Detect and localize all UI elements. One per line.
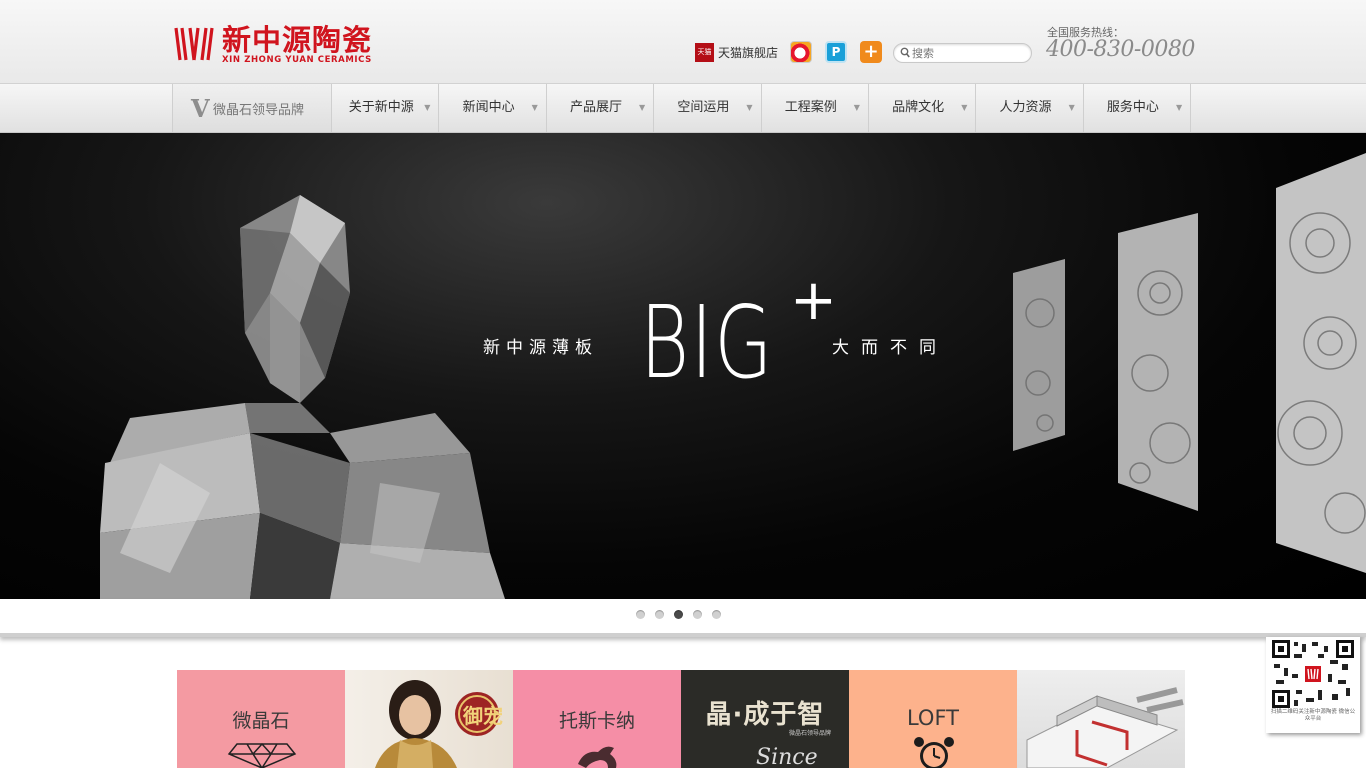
qr-caption: 扫描二维码关注新中源陶瓷 微信公众平台 [1270, 709, 1356, 722]
carousel-dot-1[interactable] [636, 610, 645, 619]
qr-code-icon [1272, 640, 1354, 708]
nav-item-service[interactable]: 服务中心 ▼ [1084, 84, 1192, 132]
nav-item-spaces[interactable]: 空间运用 ▼ [654, 84, 762, 132]
tile-sublabel: 微晶石领导品牌 [789, 730, 832, 737]
tmall-store-link[interactable]: 天猫 天猫旗舰店 [695, 42, 778, 62]
nav-item-label: 空间运用 [677, 100, 730, 115]
carousel-dot-2[interactable] [655, 610, 664, 619]
main-nav: V 微晶石领导品牌 关于新中源 ▼ 新闻中心 ▼ 产品展厅 ▼ 空间运用 ▼ 工程案例 ▼… [0, 83, 1366, 133]
logo-text-en: XIN ZHONG YUAN CERAMICS [222, 55, 372, 65]
floor-plan-3d [1026, 687, 1184, 768]
tile-microcrystal[interactable]: 微晶石 [177, 670, 345, 768]
nav-item-label: 品牌文化 [892, 100, 945, 115]
nav-item-label: 服务中心 [1106, 100, 1159, 115]
nav-item-brand-culture[interactable]: 品牌文化 ▼ [869, 84, 977, 132]
chevron-down-icon: ▼ [853, 103, 860, 112]
tmall-store-label: 天猫旗舰店 [718, 45, 779, 60]
search-icon [900, 47, 910, 58]
nav-brand-text: 微晶石领导品牌 [213, 103, 305, 118]
hotline-number: 400-830-0080 [1046, 37, 1195, 62]
tmall-icon: 天猫 [695, 42, 714, 62]
nav-item-about[interactable]: 关于新中源 ▼ [332, 84, 440, 132]
product-tiles: 微晶石 御宠 托斯卡纳 晶·成于智 微晶石领导品牌 Since 2001 LOF… [177, 670, 1185, 768]
wechat-qr-card[interactable]: 扫描二维码关注新中源陶瓷 微信公众平台 [1266, 637, 1360, 733]
tile-tuscany[interactable]: 托斯卡纳 [513, 670, 681, 768]
chevron-down-icon: ▼ [1068, 103, 1075, 112]
carousel-pagination-bar [0, 599, 1366, 637]
chevron-down-icon: ▼ [746, 103, 753, 112]
carousel-dot-5[interactable] [712, 610, 721, 619]
site-header: 新中源陶瓷 XIN ZHONG YUAN CERAMICS 天猫 天猫旗舰店 P… [0, 0, 1366, 83]
banner-big-title: BIG [640, 284, 774, 401]
nav-item-label: 关于新中源 [348, 100, 414, 115]
tile-floor-plan[interactable] [1017, 670, 1185, 768]
chevron-down-icon: ▼ [961, 103, 968, 112]
nav-item-label: 人力资源 [999, 100, 1052, 115]
chevron-down-icon: ▼ [1175, 103, 1183, 112]
tile-label: 托斯卡纳 [558, 710, 635, 732]
nav-item-projects[interactable]: 工程案例 ▼ [762, 84, 869, 132]
banner-left-text: 新中源薄板 [483, 338, 598, 358]
weibo-icon[interactable] [790, 41, 812, 63]
floral-panels [1013, 153, 1366, 573]
tile-since: Since 2001 [756, 745, 818, 768]
hero-banner[interactable]: 新中源薄板 BIG + 大而不同 [0, 133, 1366, 599]
chevron-down-icon: ▼ [639, 103, 646, 112]
nav-item-label: 新闻中心 [462, 100, 515, 115]
tile-label: LOFT [906, 706, 960, 730]
tile-yuchong[interactable]: 御宠 [345, 670, 513, 768]
search-box[interactable] [893, 43, 1032, 63]
carousel-dot-4[interactable] [693, 610, 702, 619]
search-input[interactable] [912, 45, 1022, 61]
nav-item-hr[interactable]: 人力资源 ▼ [976, 84, 1084, 132]
faceted-bust-figure [100, 195, 505, 599]
nav-item-label: 产品展厅 [569, 100, 622, 115]
banner-plus: + [790, 268, 837, 333]
carousel-dot-3[interactable] [674, 610, 683, 619]
site-logo[interactable]: 新中源陶瓷 XIN ZHONG YUAN CERAMICS [172, 22, 392, 68]
chevron-down-icon: ▼ [531, 103, 538, 112]
alarm-clock-icon [914, 737, 954, 768]
share-plus-icon[interactable]: + [860, 41, 882, 63]
nav-item-news[interactable]: 新闻中心 ▼ [439, 84, 547, 132]
tile-label: 微晶石 [232, 710, 290, 732]
logo-mark-icon [174, 27, 214, 61]
nav-item-products[interactable]: 产品展厅 ▼ [547, 84, 655, 132]
chevron-down-icon: ▼ [424, 103, 431, 112]
tile-label: 御宠 [463, 704, 503, 728]
tile-jing-chengyuzhi[interactable]: 晶·成于智 微晶石领导品牌 Since 2001 [681, 670, 849, 768]
horse-icon [578, 746, 617, 768]
tile-label: 晶·成于智 [705, 700, 825, 730]
diamond-icon [227, 742, 297, 768]
qq-icon[interactable]: P [825, 41, 847, 63]
carousel-dots [636, 610, 731, 619]
banner-right-text: 大而不同 [832, 338, 948, 358]
logo-text-cn: 新中源陶瓷 [222, 23, 373, 57]
nav-item-label: 工程案例 [784, 100, 837, 115]
nav-brand-letter: V [191, 94, 210, 123]
nav-brand-slogan[interactable]: V 微晶石领导品牌 [172, 84, 332, 132]
tile-loft[interactable]: LOFT [849, 670, 1017, 768]
nav-items: 关于新中源 ▼ 新闻中心 ▼ 产品展厅 ▼ 空间运用 ▼ 工程案例 ▼ 品牌文化 ▼ 人力资… [332, 84, 1192, 132]
